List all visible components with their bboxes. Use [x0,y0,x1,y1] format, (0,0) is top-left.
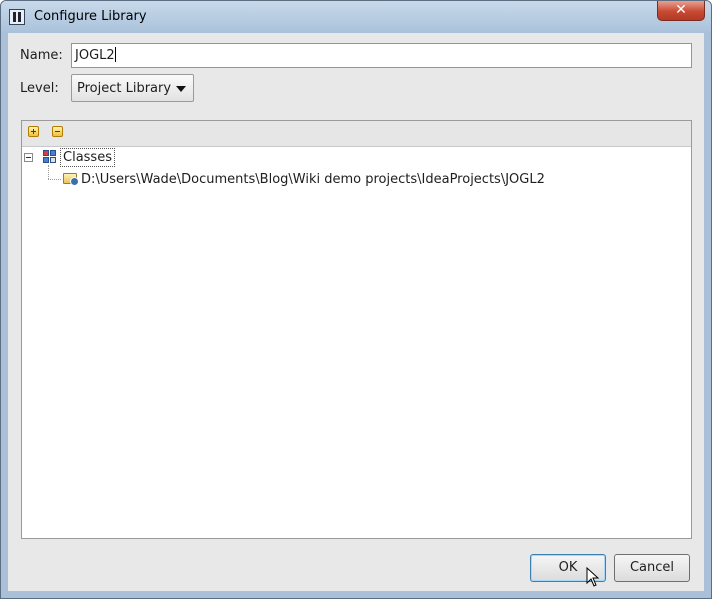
window-title: Configure Library [34,9,147,24]
level-label: Level: [20,81,59,96]
title-bar[interactable]: Configure Library ✕ [1,1,711,33]
level-value: Project Library [77,81,172,96]
configure-library-dialog: Configure Library ✕ Name: JOGL2 Level: P… [0,0,712,599]
library-tree-panel: Classes D:\Users\Wade\Documents\Blog\Wik… [21,120,692,539]
tree-node-path[interactable]: D:\Users\Wade\Documents\Blog\Wiki demo p… [81,172,545,187]
tree-connector [48,179,61,181]
tree-connector [48,165,50,179]
name-input[interactable]: JOGL2 [71,43,692,68]
jar-folder-icon [63,173,79,186]
mouse-cursor-icon [586,567,600,587]
app-icon [9,9,25,25]
chevron-down-icon [176,86,186,92]
close-button[interactable]: ✕ [657,1,705,21]
level-dropdown[interactable]: Project Library [71,74,194,102]
remove-icon[interactable] [52,126,63,137]
name-label: Name: [20,48,63,63]
tree-toolbar [22,121,691,147]
cancel-button[interactable]: Cancel [614,554,690,582]
tree-collapse-icon[interactable] [24,153,33,162]
text-caret [114,47,116,62]
tree-node-classes[interactable]: Classes [60,148,115,167]
dialog-body: Name: JOGL2 Level: Project Library Class… [8,33,704,591]
classes-icon [43,150,59,165]
name-value: JOGL2 [75,48,115,63]
add-icon[interactable] [28,126,39,137]
